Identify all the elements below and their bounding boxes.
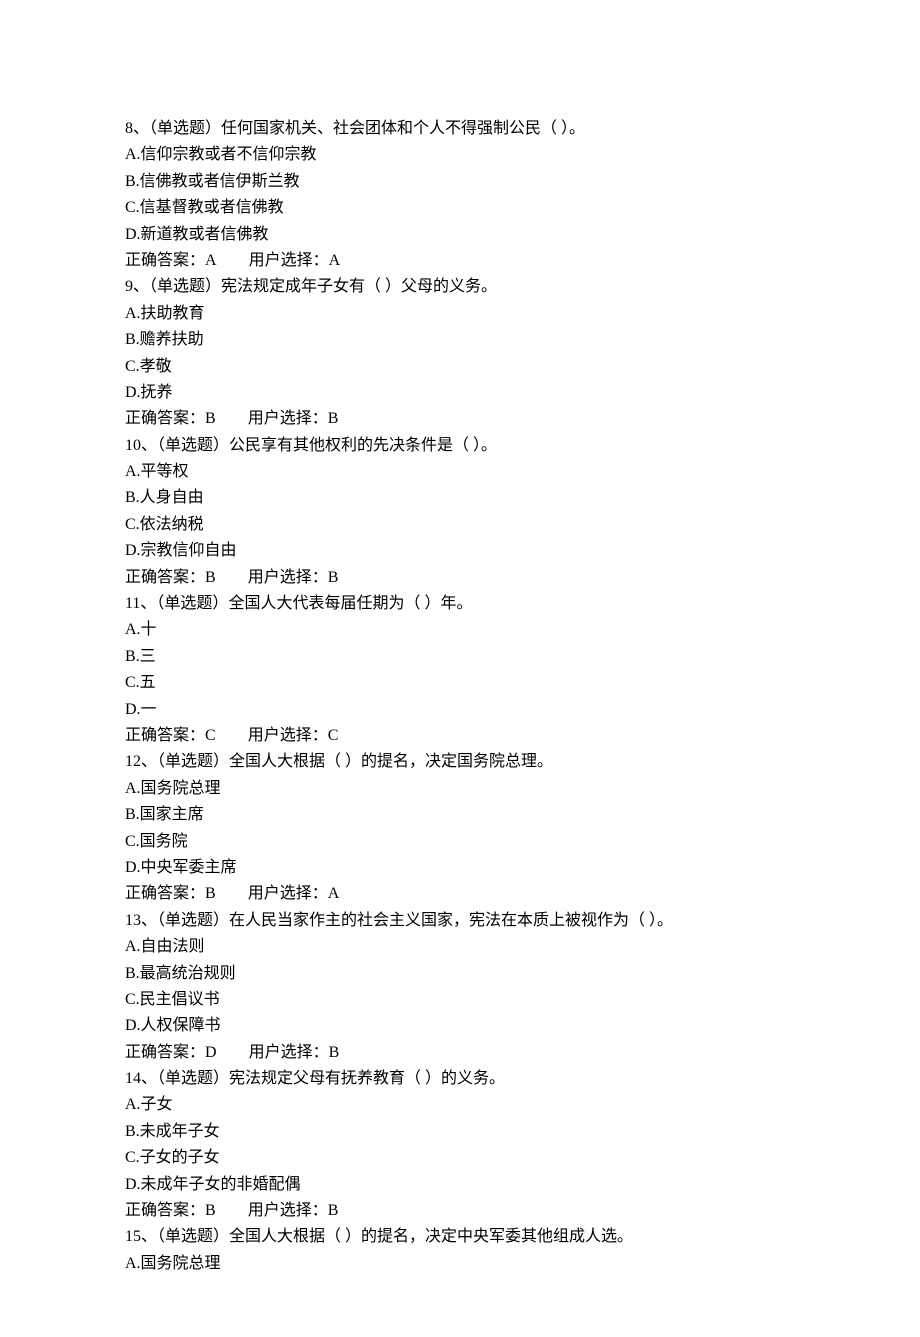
option-a: A.信仰宗教或者不信仰宗教: [125, 142, 795, 168]
user-choice: 用户选择：B: [248, 569, 339, 586]
q-number: 11: [125, 595, 140, 612]
option-d: D.人权保障书: [125, 1013, 795, 1039]
q-number: 12: [125, 753, 141, 770]
option-c: C.民主倡议书: [125, 987, 795, 1013]
q-number: 13: [125, 912, 141, 929]
option-c: C.信基督教或者信佛教: [125, 195, 795, 221]
answer-line: 正确答案：B 用户选择：A: [125, 881, 795, 907]
correct-answer: 正确答案：D: [125, 1044, 217, 1061]
user-choice: 用户选择：A: [248, 885, 340, 902]
answer-line: 正确答案：B 用户选择：B: [125, 565, 795, 591]
q-number: 9: [125, 278, 133, 295]
question-stem: 9、（单选题）宪法规定成年子女有（ ）父母的义务。: [125, 274, 795, 300]
user-choice: 用户选择：B: [249, 1044, 340, 1061]
option-a: A.国务院总理: [125, 776, 795, 802]
correct-answer: 正确答案：B: [125, 885, 216, 902]
q-type: （单选题）: [157, 912, 229, 929]
user-choice: 用户选择：A: [249, 252, 341, 269]
q-type: （单选题）: [157, 1228, 229, 1245]
option-c: C.国务院: [125, 829, 795, 855]
correct-answer: 正确答案：A: [125, 252, 217, 269]
answer-line: 正确答案：C 用户选择：C: [125, 723, 795, 749]
option-b: B.国家主席: [125, 802, 795, 828]
q-type: （单选题）: [157, 753, 229, 770]
q-text: 任何国家机关、社会团体和个人不得强制公民（ ）。: [221, 120, 585, 137]
q-text: 全国人大根据（ ）的提名，决定中央军委其他组成人选。: [229, 1228, 633, 1245]
option-a: A.自由法则: [125, 934, 795, 960]
option-d: D.未成年子女的非婚配偶: [125, 1172, 795, 1198]
option-d: D.中央军委主席: [125, 855, 795, 881]
option-b: B.最高统治规则: [125, 961, 795, 987]
q-text: 公民享有其他权利的先决条件是（ ）。: [229, 437, 497, 454]
option-b: B.赡养扶助: [125, 327, 795, 353]
q-type: （单选题）: [157, 437, 229, 454]
option-d: D.一: [125, 697, 795, 723]
answer-line: 正确答案：B 用户选择：B: [125, 406, 795, 432]
q-type: （单选题）: [149, 278, 221, 295]
q-text: 宪法规定父母有抚养教育（ ）的义务。: [229, 1070, 505, 1087]
answer-line: 正确答案：B 用户选择：B: [125, 1198, 795, 1224]
option-c: C.子女的子女: [125, 1145, 795, 1171]
option-a: A.扶助教育: [125, 301, 795, 327]
option-b: B.信佛教或者信伊斯兰教: [125, 169, 795, 195]
option-b: B.三: [125, 644, 795, 670]
correct-answer: 正确答案：C: [125, 727, 216, 744]
q-text: 全国人大代表每届任期为（ ）年。: [228, 595, 472, 612]
option-c: C.五: [125, 670, 795, 696]
q-text: 在人民当家作主的社会主义国家，宪法在本质上被视作为（ ）。: [229, 912, 673, 929]
correct-answer: 正确答案：B: [125, 569, 216, 586]
q-text: 全国人大根据（ ）的提名，决定国务院总理。: [229, 753, 553, 770]
correct-answer: 正确答案：B: [125, 1202, 216, 1219]
q-type: （单选题）: [156, 595, 228, 612]
answer-line: 正确答案：A 用户选择：A: [125, 248, 795, 274]
option-d: D.宗教信仰自由: [125, 538, 795, 564]
option-a: A.十: [125, 617, 795, 643]
q-number: 8: [125, 120, 133, 137]
question-stem: 10、（单选题）公民享有其他权利的先决条件是（ ）。: [125, 433, 795, 459]
q-number: 10: [125, 437, 141, 454]
user-choice: 用户选择：B: [248, 410, 339, 427]
question-stem: 14、（单选题）宪法规定父母有抚养教育（ ）的义务。: [125, 1066, 795, 1092]
option-a: A.平等权: [125, 459, 795, 485]
answer-line: 正确答案：D 用户选择：B: [125, 1040, 795, 1066]
option-b: B.人身自由: [125, 485, 795, 511]
question-stem: 13、（单选题）在人民当家作主的社会主义国家，宪法在本质上被视作为（ ）。: [125, 908, 795, 934]
option-a: A.子女: [125, 1092, 795, 1118]
question-stem: 11、（单选题）全国人大代表每届任期为（ ）年。: [125, 591, 795, 617]
option-a: A.国务院总理: [125, 1251, 795, 1277]
option-c: C.孝敬: [125, 354, 795, 380]
question-stem: 15、（单选题）全国人大根据（ ）的提名，决定中央军委其他组成人选。: [125, 1224, 795, 1250]
question-stem: 12、（单选题）全国人大根据（ ）的提名，决定国务院总理。: [125, 749, 795, 775]
option-b: B.未成年子女: [125, 1119, 795, 1145]
q-text: 宪法规定成年子女有（ ）父母的义务。: [221, 278, 497, 295]
q-number: 14: [125, 1070, 141, 1087]
user-choice: 用户选择：C: [248, 727, 339, 744]
option-d: D.新道教或者信佛教: [125, 222, 795, 248]
q-type: （单选题）: [157, 1070, 229, 1087]
q-number: 15: [125, 1228, 141, 1245]
option-c: C.依法纳税: [125, 512, 795, 538]
option-d: D.抚养: [125, 380, 795, 406]
question-stem: 8、（单选题）任何国家机关、社会团体和个人不得强制公民（ ）。: [125, 116, 795, 142]
user-choice: 用户选择：B: [248, 1202, 339, 1219]
document-page: 8、（单选题）任何国家机关、社会团体和个人不得强制公民（ ）。 A.信仰宗教或者…: [0, 0, 920, 1337]
correct-answer: 正确答案：B: [125, 410, 216, 427]
q-type: （单选题）: [149, 120, 221, 137]
